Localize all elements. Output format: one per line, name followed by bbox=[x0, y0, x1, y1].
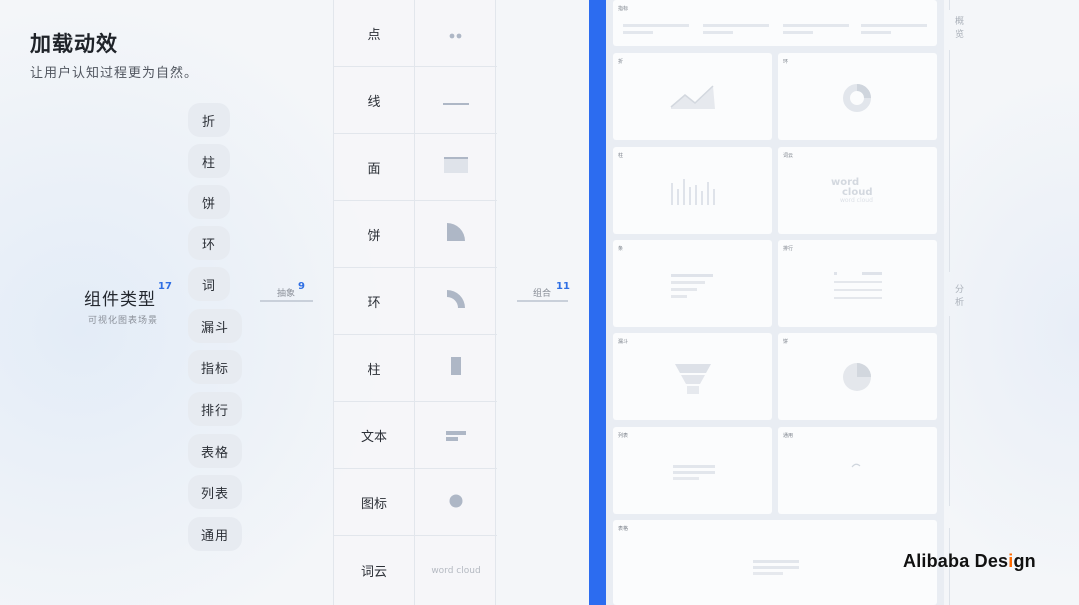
preview-card-rank[interactable]: 排行 bbox=[778, 240, 937, 327]
circle-icon bbox=[449, 493, 463, 512]
abstract-table: 点 线 面 饼 环 柱 文本 图标 词云 word cloud bbox=[333, 0, 497, 605]
preview-card-funnel[interactable]: 漏斗 bbox=[613, 333, 772, 420]
pie-quarter-icon bbox=[447, 223, 465, 245]
abstract-row[interactable]: 文本 bbox=[334, 402, 497, 469]
type-pill-zhu[interactable]: 柱 bbox=[188, 144, 230, 178]
abstract-row[interactable]: 词云 word cloud bbox=[334, 536, 497, 605]
preview-card-bar[interactable]: 柱 bbox=[613, 147, 772, 234]
side-divider bbox=[949, 316, 950, 506]
abstract-row-label: 面 bbox=[334, 134, 415, 200]
preview-card-ring[interactable]: 环 bbox=[778, 53, 937, 140]
metric-placeholder bbox=[623, 24, 927, 34]
side-label-overview: 概览 bbox=[955, 17, 965, 40]
list-placeholder-icon bbox=[673, 465, 715, 480]
abstract-row-label: 环 bbox=[334, 268, 415, 334]
ring-quarter-icon bbox=[447, 290, 465, 312]
dots-icon bbox=[449, 24, 463, 43]
type-pill-biaoge[interactable]: 表格 bbox=[188, 434, 242, 468]
preview-card-metric[interactable]: 指标 bbox=[613, 0, 937, 46]
table-placeholder-icon bbox=[753, 560, 799, 575]
abstract-row[interactable]: 面 bbox=[334, 134, 497, 201]
preview-card-pie[interactable]: 饼 bbox=[778, 333, 937, 420]
type-pill-loudou[interactable]: 漏斗 bbox=[188, 309, 242, 343]
line-chart-placeholder-icon bbox=[670, 85, 715, 109]
generic-placeholder-icon bbox=[851, 463, 861, 468]
abstract-row-label: 柱 bbox=[334, 335, 415, 401]
bar-icon bbox=[451, 357, 461, 379]
combine-connector-line bbox=[517, 300, 568, 302]
abstract-row[interactable]: 柱 bbox=[334, 335, 497, 402]
side-divider bbox=[949, 0, 950, 10]
ring-placeholder-icon bbox=[843, 84, 871, 112]
side-label-analysis: 分析 bbox=[955, 285, 965, 308]
funnel-placeholder-icon bbox=[675, 364, 711, 394]
rank-placeholder-icon bbox=[834, 272, 882, 299]
preview-card-table[interactable]: 表格 bbox=[613, 520, 937, 605]
abstract-row[interactable]: 饼 bbox=[334, 201, 497, 268]
abstract-row-label: 线 bbox=[334, 67, 415, 133]
type-pill-zhe[interactable]: 折 bbox=[188, 103, 230, 137]
abstract-row[interactable]: 图标 bbox=[334, 469, 497, 536]
brand-logo: Alibaba Design bbox=[903, 551, 1036, 571]
type-pill-paihang[interactable]: 排行 bbox=[188, 392, 242, 426]
abstract-row[interactable]: 点 bbox=[334, 0, 497, 67]
preview-card-hbar[interactable]: 条 bbox=[613, 240, 772, 327]
preview-card-line[interactable]: 折 bbox=[613, 53, 772, 140]
abstract-connector-count: 9 bbox=[298, 281, 305, 292]
word-cloud-text: word cloud bbox=[431, 565, 481, 576]
surface-icon bbox=[444, 157, 468, 177]
combine-connector-label: 组合 bbox=[533, 289, 552, 299]
bar-chart-placeholder-icon bbox=[671, 179, 715, 205]
type-pill-ci[interactable]: 词 bbox=[188, 267, 230, 301]
combine-connector-count: 11 bbox=[556, 281, 570, 292]
hbar-placeholder-icon bbox=[671, 274, 713, 298]
preview-card-generic[interactable]: 通用 bbox=[778, 427, 937, 514]
line-icon bbox=[443, 91, 469, 110]
component-group-label: 组件类型 bbox=[84, 290, 156, 310]
type-pill-huan[interactable]: 环 bbox=[188, 226, 230, 260]
page-title: 加载动效 bbox=[30, 32, 118, 56]
accent-bar bbox=[589, 0, 606, 605]
abstract-row-label: 饼 bbox=[334, 201, 415, 267]
abstract-connector-label: 抽象 bbox=[277, 289, 296, 299]
component-group-count: 17 bbox=[158, 281, 172, 292]
abstract-row[interactable]: 线 bbox=[334, 67, 497, 134]
abstract-row[interactable]: 环 bbox=[334, 268, 497, 335]
type-pill-zhibiao[interactable]: 指标 bbox=[188, 350, 242, 384]
preview-card-wordcloud[interactable]: 词云 word cloud word cloud bbox=[778, 147, 937, 234]
side-divider bbox=[949, 50, 950, 272]
card-title: 词云 bbox=[783, 153, 794, 159]
page-subtitle: 让用户认知过程更为自然。 bbox=[30, 66, 199, 81]
type-pill-bing[interactable]: 饼 bbox=[188, 185, 230, 219]
abstract-row-label: 文本 bbox=[334, 402, 415, 468]
abstract-row-label: 词云 bbox=[334, 536, 415, 605]
type-pill-liebiao[interactable]: 列表 bbox=[188, 475, 242, 509]
preview-canvas: 指标 折 环 柱 词云 word cloud word cloud 条 排行 漏… bbox=[606, 0, 944, 605]
pie-placeholder-icon bbox=[843, 363, 871, 391]
preview-card-list[interactable]: 列表 bbox=[613, 427, 772, 514]
wordcloud-word: word cloud bbox=[840, 197, 873, 204]
abstract-row-label: 图标 bbox=[334, 469, 415, 535]
abstract-connector-line bbox=[260, 300, 313, 302]
abstract-row-label: 点 bbox=[334, 0, 415, 66]
text-lines-icon bbox=[446, 426, 466, 445]
type-pill-tongyong[interactable]: 通用 bbox=[188, 517, 242, 551]
component-group-sub: 可视化图表场景 bbox=[88, 316, 159, 326]
